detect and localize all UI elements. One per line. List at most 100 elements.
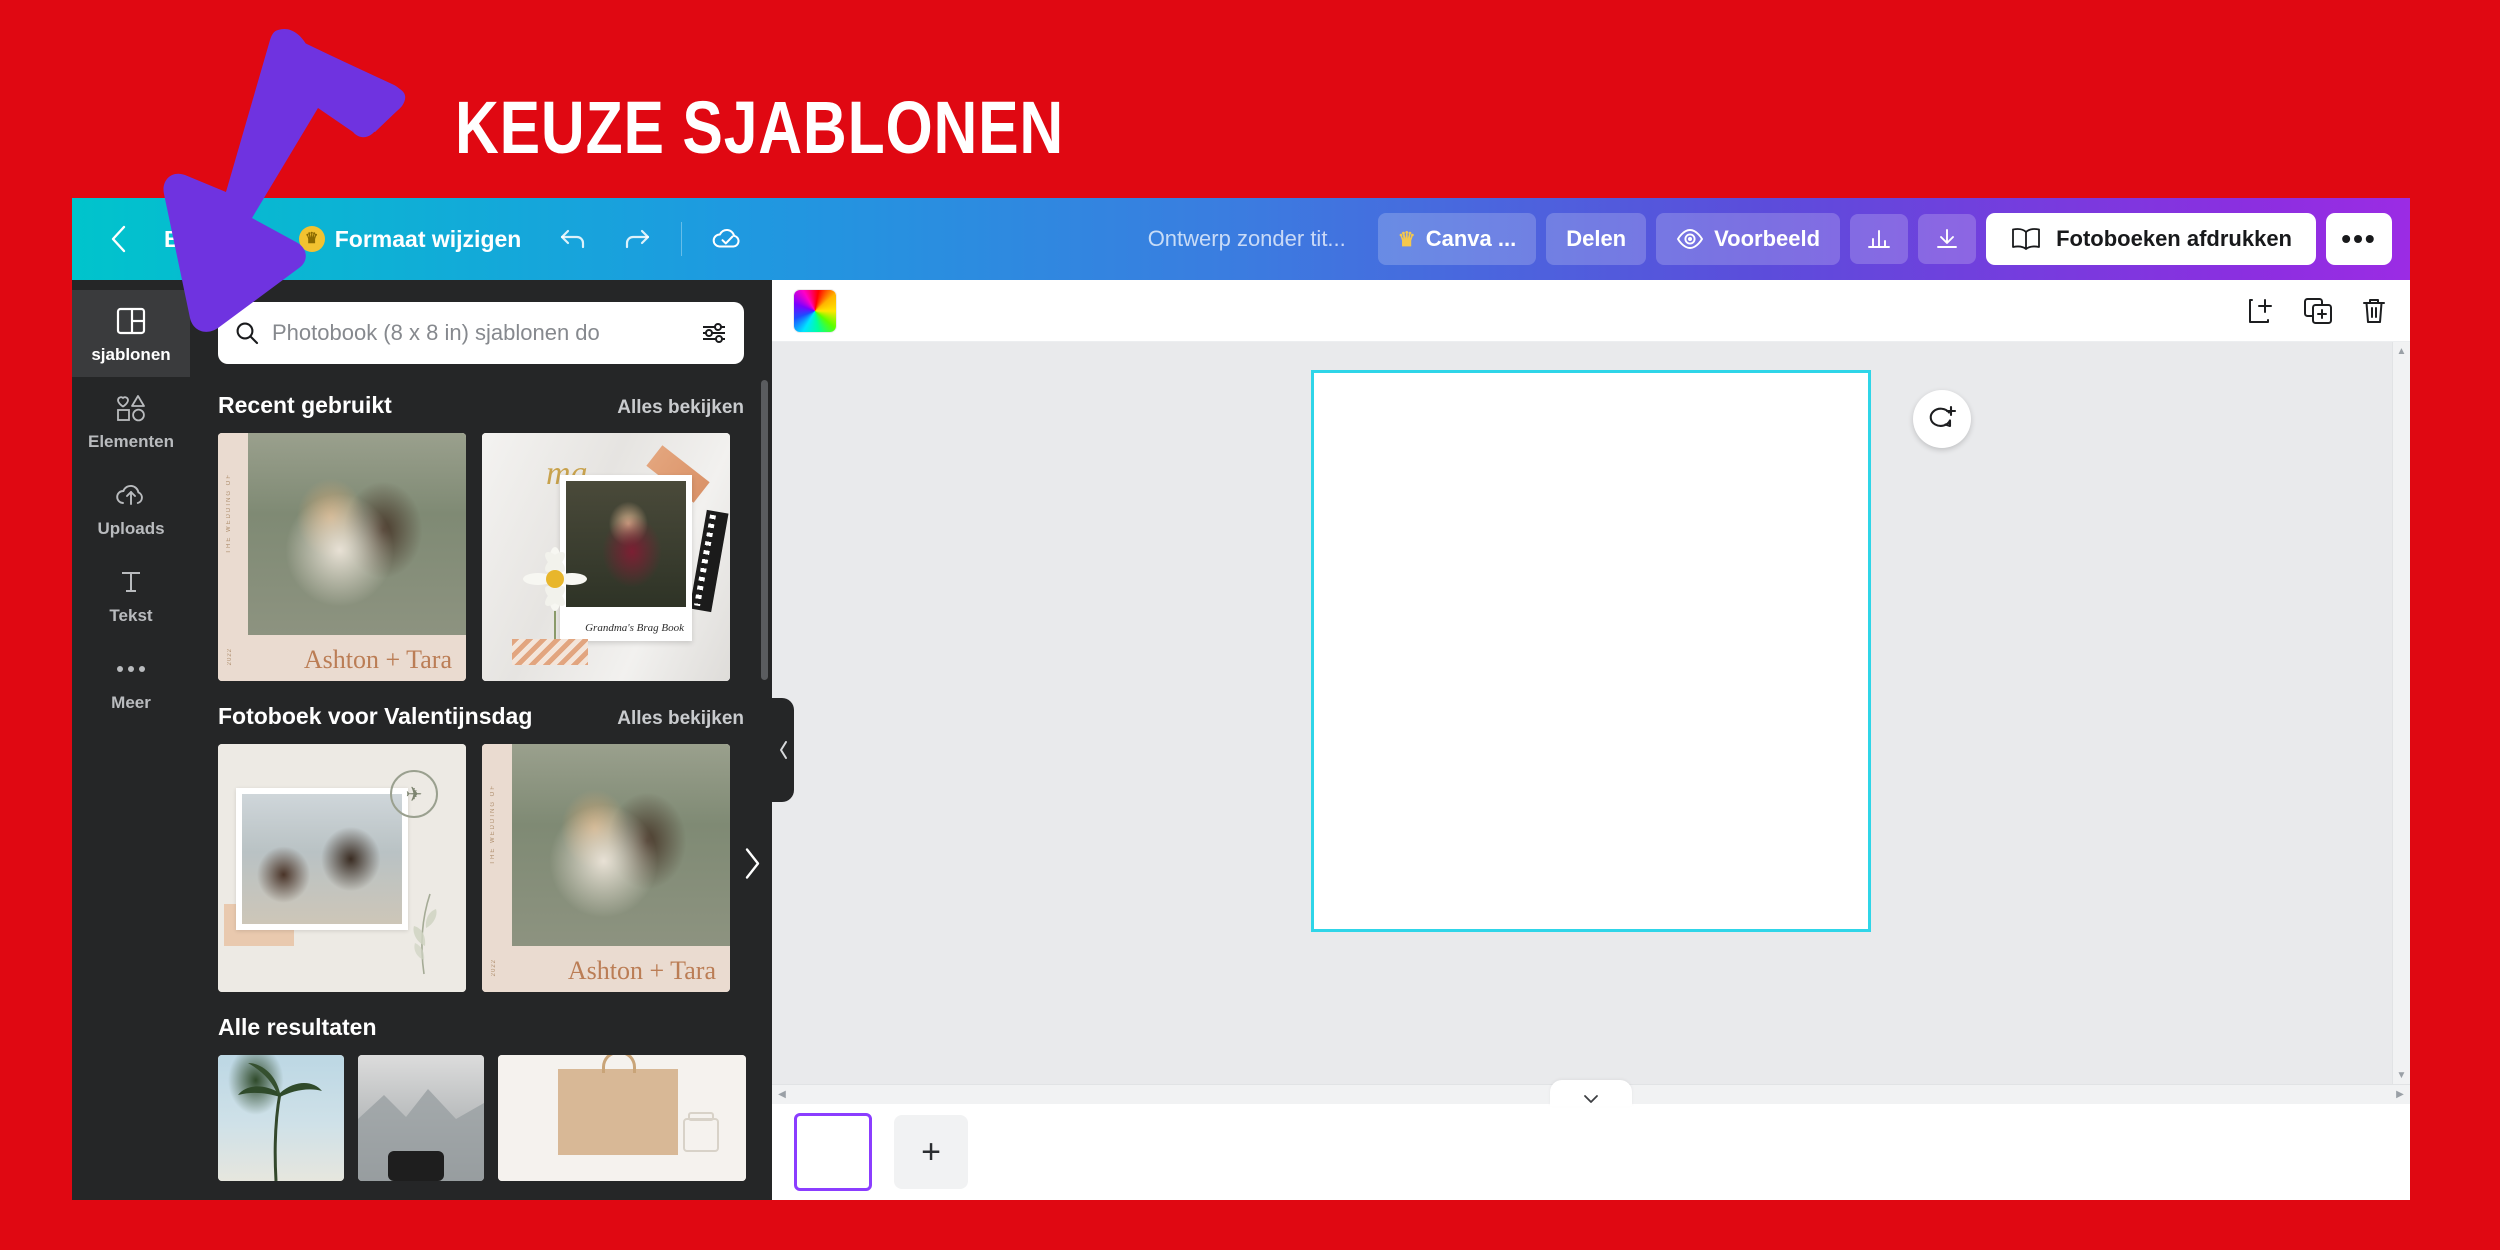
sidebar-item-meer[interactable]: Meer <box>72 638 190 725</box>
resize-button[interactable]: ♛ Formaat wijzigen <box>277 216 544 263</box>
template-thumb-wedding-ashton-tara-2[interactable]: THE WEDDING OF 2022 Ashton + Tara <box>482 744 730 992</box>
sidebar-item-sjablonen[interactable]: sjablonen <box>72 290 190 377</box>
color-picker-swatch[interactable] <box>794 289 836 332</box>
trash-icon[interactable] <box>2360 296 2388 326</box>
paper-bag-art <box>558 1069 678 1155</box>
template-row-recent: THE WEDDING OF 2022 Ashton + Tara ma Gra… <box>190 433 772 681</box>
sidebar-item-label: Uploads <box>97 519 165 538</box>
airplane-stamp-icon: ✈ <box>390 770 438 818</box>
layout-grid-icon <box>115 304 147 338</box>
cloud-save-status-button[interactable] <box>700 212 754 266</box>
template-thumb-paper-bag[interactable] <box>498 1055 746 1181</box>
add-page-icon[interactable] <box>2246 296 2276 326</box>
eye-icon <box>1677 229 1704 249</box>
pages-strip: + <box>772 1104 2410 1200</box>
photo-frame <box>236 788 408 930</box>
template-sidebar-strip <box>482 744 512 992</box>
template-photo <box>498 1055 746 1181</box>
sidebar-item-uploads[interactable]: Uploads <box>72 464 190 551</box>
search-area <box>190 280 772 370</box>
redo-button[interactable] <box>609 212 663 266</box>
editor-body: sjablonen Elementen Uploads Tekst Meer P… <box>72 280 2410 1200</box>
more-options-button[interactable]: ••• <box>2326 213 2392 265</box>
row-next-button[interactable] <box>742 847 762 890</box>
chevron-right-icon <box>745 848 760 879</box>
template-caption: Ashton + Tara <box>303 645 452 674</box>
add-comment-icon <box>1929 405 1957 428</box>
design-page[interactable] <box>1311 370 1871 932</box>
sidebar-item-label: Tekst <box>109 606 153 625</box>
mountain-art <box>358 1089 484 1181</box>
panel-scrollbar[interactable] <box>761 380 768 680</box>
document-title-input[interactable]: Ontwerp zonder tit... <box>1136 216 1368 262</box>
section-view-all-link[interactable]: Alles bekijken <box>617 708 744 730</box>
template-row-valentijn: ✈ THE WEDDING OF 2022 Ashton + Tara <box>190 744 772 992</box>
file-menu-label: Bestand <box>164 225 255 252</box>
download-icon <box>1937 229 1958 248</box>
section-title: Recent gebruikt <box>218 392 392 418</box>
duplicate-page-icon[interactable] <box>2302 296 2334 326</box>
back-button[interactable] <box>94 215 142 263</box>
template-photo <box>512 744 730 946</box>
cloud-upload-icon <box>113 478 149 512</box>
print-photobooks-label: Fotoboeken afdrukken <box>2056 226 2292 251</box>
template-caption: Grandma's Brag Book <box>585 622 684 635</box>
template-thumb-wedding-ashton-tara[interactable]: THE WEDDING OF 2022 Ashton + Tara <box>218 433 466 681</box>
section-header-recent: Recent gebruikt Alles bekijken <box>190 370 772 433</box>
add-comment-button[interactable] <box>1913 390 1971 448</box>
template-vertical-date: 2022 <box>491 958 497 976</box>
template-thumb-family-travel[interactable]: ✈ <box>218 744 466 992</box>
sliders-icon[interactable] <box>700 321 728 345</box>
add-page-button[interactable]: + <box>894 1115 968 1189</box>
stats-button[interactable] <box>1850 214 1909 264</box>
chevron-up-icon[interactable]: ▲ <box>2393 342 2410 360</box>
file-menu-button[interactable]: Bestand <box>142 216 277 263</box>
sidebar-item-label: Meer <box>111 693 151 712</box>
section-title: Fotoboek voor Valentijnsdag <box>218 703 533 729</box>
template-caption: Ashton + Tara <box>567 956 716 985</box>
chevron-left-icon[interactable]: ◀ <box>772 1089 792 1100</box>
toolbar-right-group: Ontwerp zonder tit... ♛ Canva ... Delen … <box>1136 198 2410 280</box>
undo-button[interactable] <box>547 212 601 266</box>
download-button[interactable] <box>1918 214 1977 264</box>
toolbar-divider <box>681 222 683 256</box>
chevron-right-icon[interactable]: ▶ <box>2390 1089 2410 1100</box>
open-book-icon <box>2012 228 2040 250</box>
crown-icon: ♛ <box>298 226 325 252</box>
share-label: Delen <box>1566 226 1627 251</box>
page-thumbnail-1[interactable] <box>794 1113 872 1191</box>
chevron-down-icon <box>1584 1095 1598 1103</box>
expand-pages-panel-button[interactable] <box>1550 1080 1632 1106</box>
canvas-viewport[interactable]: ▲ ▼ <box>772 342 2410 1084</box>
sidebar-item-label: Elementen <box>88 432 174 451</box>
preview-button[interactable]: Voorbeeld <box>1656 213 1841 265</box>
section-view-all-link[interactable]: Alles bekijken <box>617 397 744 419</box>
shapes-icon <box>113 391 149 425</box>
bar-chart-icon <box>1868 230 1891 248</box>
sidebar-item-elementen[interactable]: Elementen <box>72 377 190 464</box>
template-thumb-palm-beach[interactable] <box>218 1055 344 1181</box>
canvas-horizontal-scrollbar[interactable]: ◀ ▶ <box>772 1080 2410 1106</box>
text-T-icon <box>116 565 146 599</box>
search-box[interactable] <box>218 302 744 364</box>
template-sidebar-strip <box>218 433 248 681</box>
cloud-check-icon <box>713 228 740 248</box>
canva-editor-window: Bestand ♛ Formaat wijzigen Ontwerp zonde… <box>72 198 2410 1200</box>
undo-icon <box>561 229 585 249</box>
collapse-panel-button[interactable] <box>772 698 794 802</box>
template-thumb-grayscale-mountain[interactable] <box>358 1055 484 1181</box>
left-sidebar: sjablonen Elementen Uploads Tekst Meer <box>72 280 190 1200</box>
template-photo <box>358 1055 484 1181</box>
canva-pro-button[interactable]: ♛ Canva ... <box>1377 213 1537 265</box>
sidebar-item-tekst[interactable]: Tekst <box>72 551 190 638</box>
share-button[interactable]: Delen <box>1546 213 1647 265</box>
chevron-down-icon[interactable]: ▼ <box>2393 1066 2410 1084</box>
search-input[interactable] <box>272 320 688 346</box>
preview-label: Voorbeeld <box>1714 226 1821 251</box>
crown-icon: ♛ <box>1397 228 1416 251</box>
canvas-vertical-scrollbar[interactable]: ▲ ▼ <box>2392 342 2410 1084</box>
botanical-sprig-decor <box>413 893 437 975</box>
redo-icon <box>626 229 650 249</box>
print-photobooks-button[interactable]: Fotoboeken afdrukken <box>1986 213 2316 265</box>
template-thumb-grandmas-brag-book[interactable]: ma Grandma's Brag Book <box>482 433 730 681</box>
